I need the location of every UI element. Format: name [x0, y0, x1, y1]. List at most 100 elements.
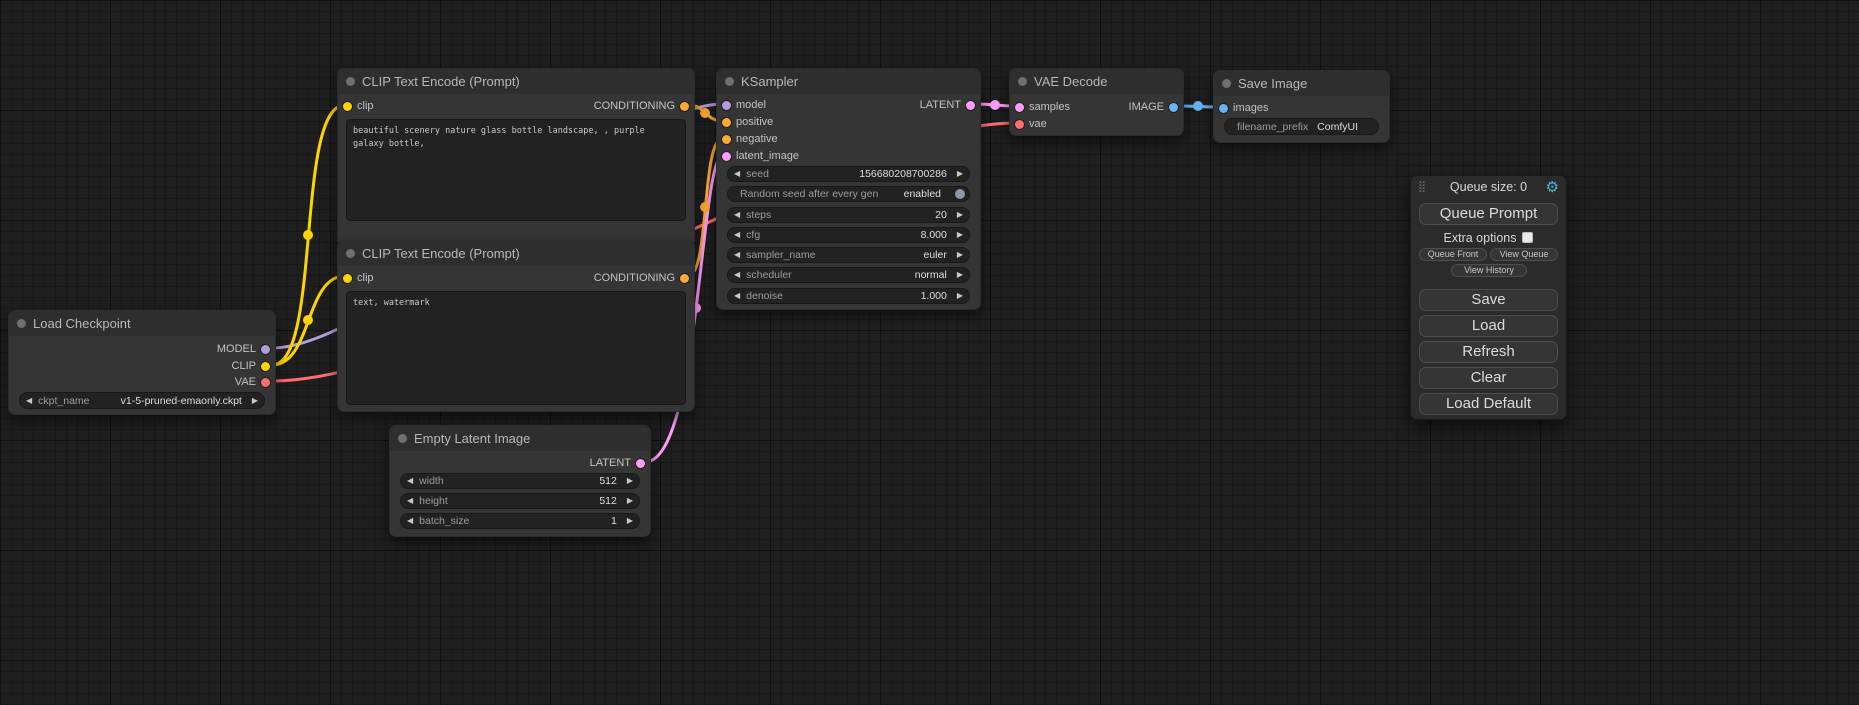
height-widget[interactable]: ◀ height 512 ▶: [400, 493, 640, 509]
collapse-dot-icon[interactable]: [1222, 79, 1231, 88]
node-empty-latent-image[interactable]: Empty Latent Image LATENT ◀ width 512 ▶ …: [389, 425, 651, 537]
decrement-arrow-icon[interactable]: ◀: [20, 393, 38, 409]
collapse-dot-icon[interactable]: [725, 77, 734, 86]
batch-size-widget[interactable]: ◀ batch_size 1 ▶: [400, 513, 640, 529]
prompt-textarea[interactable]: text, watermark: [346, 291, 686, 405]
negative-input-dot[interactable]: [722, 135, 731, 144]
queue-front-button[interactable]: Queue Front: [1419, 248, 1487, 261]
collapse-dot-icon[interactable]: [1018, 77, 1027, 86]
scheduler-widget[interactable]: ◀ scheduler normal ▶: [727, 267, 970, 283]
sampler-name-widget[interactable]: ◀ sampler_name euler ▶: [727, 247, 970, 263]
toggle-dot[interactable]: [955, 189, 965, 199]
decrement-arrow-icon[interactable]: ◀: [401, 473, 419, 489]
load-default-button[interactable]: Load Default: [1419, 393, 1558, 415]
vae-output-dot[interactable]: [261, 378, 270, 387]
clip-input-dot[interactable]: [343, 102, 352, 111]
model-input-dot[interactable]: [722, 101, 731, 110]
cfg-widget[interactable]: ◀ cfg 8.000 ▶: [727, 227, 970, 243]
collapse-dot-icon[interactable]: [398, 434, 407, 443]
node-title-bar[interactable]: KSampler: [717, 69, 980, 94]
prompt-textarea[interactable]: beautiful scenery nature glass bottle la…: [346, 119, 686, 221]
decrement-arrow-icon[interactable]: ◀: [728, 247, 746, 263]
node-title: Empty Latent Image: [414, 431, 530, 446]
widget-value: ComfyUI: [1308, 121, 1378, 133]
decrement-arrow-icon[interactable]: ◀: [728, 227, 746, 243]
filename-prefix-widget[interactable]: filename_prefix ComfyUI: [1224, 118, 1379, 135]
node-save-image[interactable]: Save Image images filename_prefix ComfyU…: [1213, 70, 1390, 143]
widget-value: 20: [771, 209, 951, 221]
seed-widget[interactable]: ◀ seed 156680208700286 ▶: [727, 166, 970, 182]
port-label: CONDITIONING: [594, 272, 675, 284]
node-vae-decode[interactable]: VAE Decode samples IMAGE vae: [1009, 68, 1184, 136]
increment-arrow-icon[interactable]: ▶: [951, 247, 969, 263]
collapse-dot-icon[interactable]: [346, 77, 355, 86]
steps-widget[interactable]: ◀ steps 20 ▶: [727, 207, 970, 223]
increment-arrow-icon[interactable]: ▶: [621, 513, 639, 529]
extra-options-checkbox[interactable]: [1522, 232, 1533, 243]
denoise-widget[interactable]: ◀ denoise 1.000 ▶: [727, 288, 970, 304]
increment-arrow-icon[interactable]: ▶: [951, 227, 969, 243]
latent-output-dot[interactable]: [636, 459, 645, 468]
node-title-bar[interactable]: Load Checkpoint: [9, 311, 275, 336]
node-title-bar[interactable]: CLIP Text Encode (Prompt): [338, 69, 694, 94]
clip-input-dot[interactable]: [343, 274, 352, 283]
node-title-bar[interactable]: Empty Latent Image: [390, 426, 650, 451]
increment-arrow-icon[interactable]: ▶: [951, 288, 969, 304]
decrement-arrow-icon[interactable]: ◀: [728, 288, 746, 304]
collapse-dot-icon[interactable]: [346, 249, 355, 258]
decrement-arrow-icon[interactable]: ◀: [728, 207, 746, 223]
node-clip-text-encode-negative[interactable]: CLIP Text Encode (Prompt) clip CONDITION…: [337, 240, 695, 412]
queue-size-label: Queue size: 0: [1411, 180, 1566, 194]
node-load-checkpoint[interactable]: Load Checkpoint MODEL CLIP VAE ◀ ckpt_na…: [8, 310, 276, 415]
increment-arrow-icon[interactable]: ▶: [951, 207, 969, 223]
widget-label: height: [419, 495, 448, 507]
clear-button[interactable]: Clear: [1419, 367, 1558, 389]
decrement-arrow-icon[interactable]: ◀: [401, 493, 419, 509]
port-label: clip: [357, 100, 374, 112]
collapse-dot-icon[interactable]: [17, 319, 26, 328]
view-queue-button[interactable]: View Queue: [1490, 248, 1558, 261]
width-widget[interactable]: ◀ width 512 ▶: [400, 473, 640, 489]
port-label: CONDITIONING: [594, 100, 675, 112]
refresh-button[interactable]: Refresh: [1419, 341, 1558, 363]
queue-prompt-button[interactable]: Queue Prompt: [1419, 203, 1558, 225]
output-port-conditioning: CONDITIONING: [594, 99, 694, 113]
node-clip-text-encode-positive[interactable]: CLIP Text Encode (Prompt) clip CONDITION…: [337, 68, 695, 247]
increment-arrow-icon[interactable]: ▶: [951, 267, 969, 283]
model-output-dot[interactable]: [261, 345, 270, 354]
decrement-arrow-icon[interactable]: ◀: [728, 267, 746, 283]
vae-input-dot[interactable]: [1015, 120, 1024, 129]
widget-label: width: [419, 475, 444, 487]
conditioning-output-dot[interactable]: [680, 102, 689, 111]
conditioning-output-dot[interactable]: [680, 274, 689, 283]
increment-arrow-icon[interactable]: ▶: [621, 473, 639, 489]
positive-input-dot[interactable]: [722, 118, 731, 127]
clip-output-dot[interactable]: [261, 362, 270, 371]
latent-output-dot[interactable]: [966, 101, 975, 110]
node-title-bar[interactable]: Save Image: [1214, 71, 1389, 96]
node-title: CLIP Text Encode (Prompt): [362, 74, 520, 89]
settings-gear-icon[interactable]: ⚙: [1546, 178, 1559, 196]
increment-arrow-icon[interactable]: ▶: [951, 166, 969, 182]
images-input-dot[interactable]: [1219, 104, 1228, 113]
samples-input-dot[interactable]: [1015, 103, 1024, 112]
latent-image-input-dot[interactable]: [722, 152, 731, 161]
load-button[interactable]: Load: [1419, 315, 1558, 337]
decrement-arrow-icon[interactable]: ◀: [728, 166, 746, 182]
input-port-clip: clip: [338, 99, 374, 113]
widget-label: sampler_name: [746, 249, 815, 261]
node-title-bar[interactable]: VAE Decode: [1010, 69, 1183, 94]
input-port-positive: positive: [717, 115, 773, 129]
widget-label: batch_size: [419, 515, 469, 527]
increment-arrow-icon[interactable]: ▶: [621, 493, 639, 509]
view-history-button[interactable]: View History: [1451, 264, 1527, 277]
ckpt-name-widget[interactable]: ◀ ckpt_name v1-5-pruned-emaonly.ckpt ▶: [19, 392, 265, 409]
node-ksampler[interactable]: KSampler model LATENT positive negative …: [716, 68, 981, 310]
decrement-arrow-icon[interactable]: ◀: [401, 513, 419, 529]
increment-arrow-icon[interactable]: ▶: [246, 393, 264, 409]
image-output-dot[interactable]: [1169, 103, 1178, 112]
widget-label: seed: [746, 168, 769, 180]
save-button[interactable]: Save: [1419, 289, 1558, 311]
node-title-bar[interactable]: CLIP Text Encode (Prompt): [338, 241, 694, 266]
random-seed-toggle-widget[interactable]: Random seed after every gen enabled: [727, 186, 970, 202]
